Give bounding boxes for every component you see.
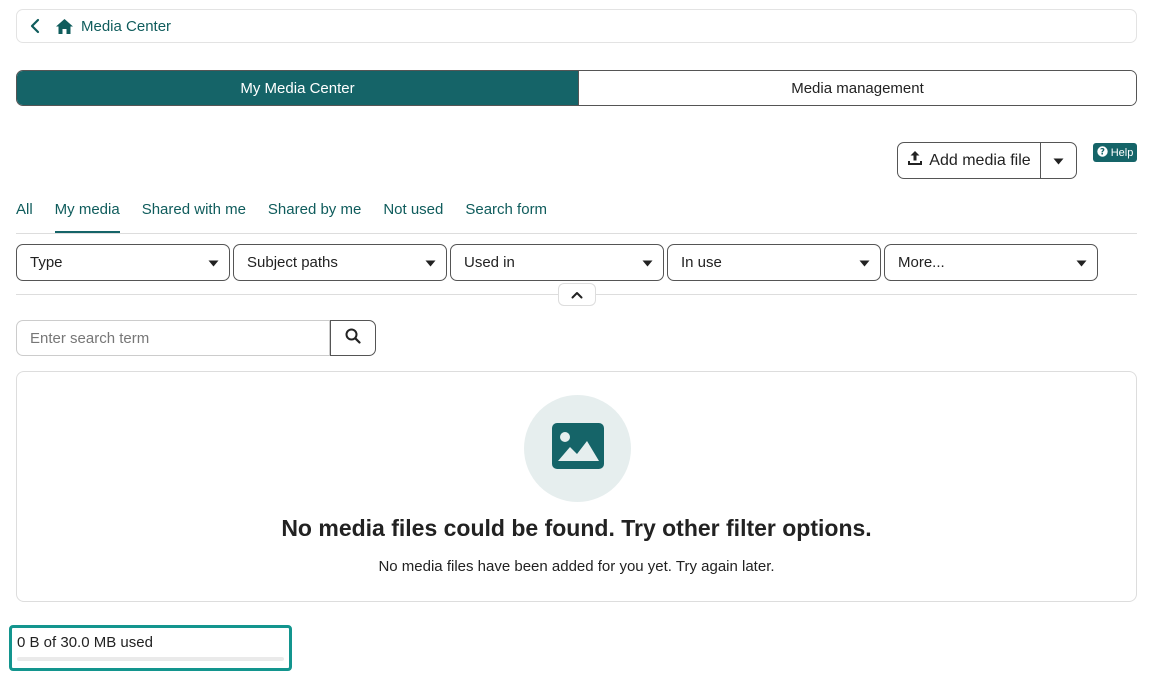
caret-down-icon <box>208 254 219 271</box>
add-media-file-split-button: Add media file <box>897 142 1077 179</box>
caret-down-icon <box>859 254 870 271</box>
caret-down-icon <box>1053 152 1064 170</box>
caret-down-icon <box>425 254 436 271</box>
add-media-file-label: Add media file <box>929 151 1031 169</box>
filter-tab-search-form[interactable]: Search form <box>465 201 547 234</box>
help-button[interactable]: ? Help <box>1093 143 1137 162</box>
type-select[interactable]: Type <box>16 244 230 281</box>
add-media-file-button[interactable]: Add media file <box>898 143 1040 178</box>
storage-usage-text: 0 B of 30.0 MB used <box>17 634 153 651</box>
help-label: Help <box>1110 146 1134 159</box>
filter-tab-shared-by-me[interactable]: Shared by me <box>268 201 361 234</box>
caret-down-icon <box>642 254 653 271</box>
mode-tabs: My Media Center Media management <box>16 70 1137 106</box>
filter-selects: Type Subject paths Used in In use More..… <box>16 244 1098 281</box>
home-icon[interactable] <box>55 16 75 36</box>
search-button[interactable] <box>330 320 376 356</box>
subject-paths-select-label: Subject paths <box>247 254 338 271</box>
chevron-up-icon <box>571 286 583 304</box>
question-circle-icon: ? <box>1096 145 1108 160</box>
filter-tab-all[interactable]: All <box>16 201 33 234</box>
filter-tab-not-used[interactable]: Not used <box>383 201 443 234</box>
storage-usage-bar <box>17 657 284 661</box>
in-use-select[interactable]: In use <box>667 244 881 281</box>
collapse-filters-button[interactable] <box>558 283 596 306</box>
subject-paths-select[interactable]: Subject paths <box>233 244 447 281</box>
search-bar <box>16 320 376 356</box>
more-select[interactable]: More... <box>884 244 1098 281</box>
breadcrumb-label[interactable]: Media Center <box>81 18 171 35</box>
tab-my-media-center[interactable]: My Media Center <box>17 71 578 105</box>
type-select-label: Type <box>30 254 63 271</box>
used-in-select[interactable]: Used in <box>450 244 664 281</box>
tab-media-management[interactable]: Media management <box>578 71 1136 105</box>
divider <box>16 233 1137 234</box>
more-select-label: More... <box>898 254 945 271</box>
caret-down-icon <box>1076 254 1087 271</box>
empty-state-illustration <box>524 395 631 502</box>
empty-state-title: No media files could be found. Try other… <box>281 515 872 541</box>
svg-text:?: ? <box>1100 147 1105 156</box>
filter-tab-my-media[interactable]: My media <box>54 201 120 234</box>
empty-state: No media files could be found. Try other… <box>16 371 1137 602</box>
search-input[interactable] <box>16 320 330 356</box>
empty-state-subtitle: No media files have been added for you y… <box>378 558 775 575</box>
storage-usage: 0 B of 30.0 MB used <box>9 625 292 671</box>
breadcrumb: Media Center <box>16 9 1137 43</box>
add-options-dropdown[interactable] <box>1040 143 1076 178</box>
search-icon <box>345 328 361 349</box>
filter-tabs: All My media Shared with me Shared by me… <box>16 201 569 234</box>
in-use-select-label: In use <box>681 254 722 271</box>
chevron-left-icon[interactable] <box>27 16 43 36</box>
filter-tab-shared-with-me[interactable]: Shared with me <box>142 201 246 234</box>
used-in-select-label: Used in <box>464 254 515 271</box>
image-icon <box>551 423 604 474</box>
upload-icon <box>907 150 923 171</box>
